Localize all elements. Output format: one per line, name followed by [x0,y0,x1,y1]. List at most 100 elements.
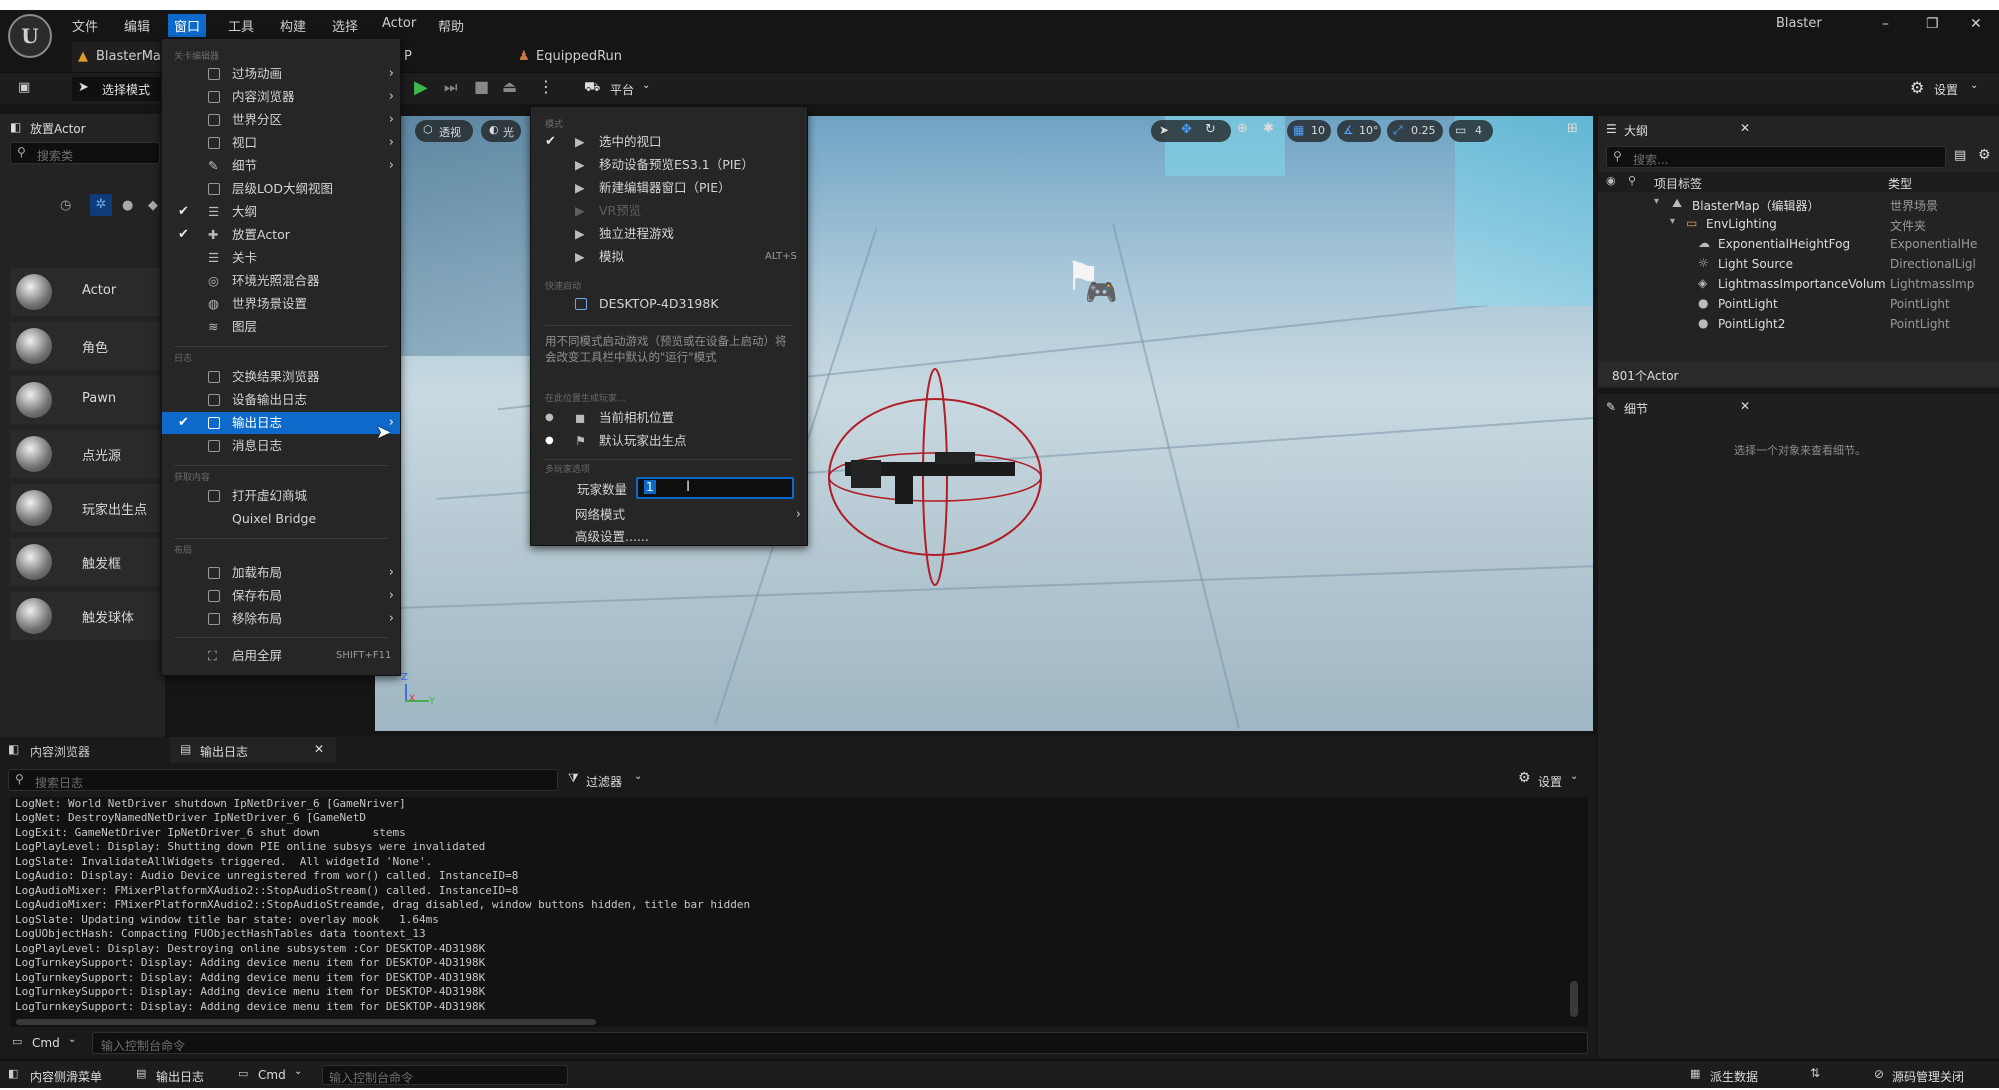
class-search-input[interactable]: ⚲ 搜索类 [10,142,160,164]
menu-item-fullscreen[interactable]: ⛶ 启用全屏 SHIFT+F11 [162,645,400,667]
tab-equippedrun[interactable]: ♟ EquippedRun [512,42,622,72]
menu-item-marketplace[interactable]: 打开虚幻商城 [162,485,400,507]
actor-item-actor[interactable]: Actor [10,268,160,316]
menu-item-load-layout[interactable]: 加载布局 › [162,562,400,584]
menu-item-interchange-browser[interactable]: 交换结果浏览器 [162,366,400,388]
vertical-scrollbar[interactable] [1570,981,1578,1017]
menu-build[interactable]: 构建 [274,14,312,37]
advanced-settings[interactable]: 高级设置...... [531,526,807,548]
world-local-icon[interactable]: ⊕ [1237,121,1248,136]
spawn-current-camera[interactable]: ● ◼ 当前相机位置 [531,407,807,429]
outliner-row[interactable]: ▾ ⛰ BlasterMap（编辑器） 世界场景 [1598,194,1999,214]
actor-item-trigger-sphere[interactable]: 触发球体 [10,592,160,640]
menu-window[interactable]: 窗口 [168,14,207,37]
gear-icon[interactable]: ⚙ [1978,147,1991,163]
play-icon[interactable]: ▶ [414,77,428,98]
outliner-row[interactable]: ▾ ▭ EnvLighting 文件夹 [1598,214,1999,234]
add-folder-icon[interactable]: ▤ [1954,148,1966,163]
menu-item-outliner[interactable]: ✔ ☰ 大纲 [162,201,400,223]
menu-item-save-layout[interactable]: 保存布局 › [162,585,400,607]
rotate-tool-icon[interactable]: ↻ [1205,122,1216,137]
cmd-selector[interactable]: ▭ Cmd ⌄ [8,1033,88,1053]
scale-snap-button[interactable]: ⤢ 0.25 [1387,120,1443,142]
net-mode-menu[interactable]: 网络模式 › [531,504,807,526]
status-cmd-selector[interactable]: ▭ Cmd ⌄ [238,1065,308,1085]
surface-snap-icon[interactable]: ✱ [1263,121,1274,136]
close-icon[interactable]: ✕ [1740,399,1750,413]
close-icon[interactable]: ✕ [1740,121,1750,135]
grid-snap-button[interactable]: ▦ 10 [1287,120,1331,142]
player-start-icon[interactable]: ⚑ 🎮 [1063,254,1123,314]
play-mode-standalone[interactable]: ▶ 独立进程游戏 [531,223,807,245]
status-console-input[interactable]: 输入控制台命令 [322,1065,568,1085]
save-icon[interactable]: ▣ [18,80,30,95]
shapes-icon[interactable]: ◆ [148,198,158,213]
stop-icon[interactable]: ■ [474,77,489,96]
move-tool-icon[interactable]: ✥ [1181,122,1192,137]
menu-item-remove-layout[interactable]: 移除布局 › [162,608,400,630]
chevron-down-icon[interactable]: ▾ [1670,216,1675,227]
eject-icon[interactable]: ⏏ [502,77,517,96]
play-mode-mobile-preview[interactable]: ▶ 移动设备预览ES3.1（PIE） [531,154,807,176]
content-drawer-button[interactable]: ◧ 内容侧滑菜单 [8,1065,124,1085]
unreal-logo-icon[interactable]: U [8,14,52,58]
lights-icon[interactable]: ● [122,198,133,213]
status-output-log-button[interactable]: ▤ 输出日志 [136,1065,226,1085]
menu-help[interactable]: 帮助 [432,14,470,37]
spawn-default-player-start[interactable]: ● ⚑ 默认玩家出生点 [531,430,807,452]
weapon-collision-sphere[interactable] [815,362,1055,592]
menu-item-place-actors[interactable]: ✔ ✚ 放置Actor [162,224,400,246]
play-mode-simulate[interactable]: ▶ 模拟 ALT+S [531,246,807,268]
step-icon[interactable]: ⏭ [444,78,458,96]
console-command-input[interactable]: 输入控制台命令 [92,1032,1588,1054]
basic-actors-icon[interactable]: ✲ [90,194,112,216]
menu-item-details[interactable]: ✎ 细节 › [162,155,400,177]
menu-edit[interactable]: 编辑 [118,14,156,37]
actor-item-player-start[interactable]: 玩家出生点 [10,484,160,532]
close-window-icon[interactable]: ✕ [1970,16,1982,32]
play-mode-new-window[interactable]: ▶ 新建编辑器窗口（PIE） [531,177,807,199]
quick-launch-device[interactable]: DESKTOP-4D3198K [531,293,807,315]
actor-item-point-light[interactable]: 点光源 [10,430,160,478]
log-settings-button[interactable]: ⚙ 设置 ⌄ [1518,770,1588,790]
select-mode-button[interactable]: ➤ 选择模式 [72,77,164,101]
sync-icon[interactable]: ⇅ [1810,1066,1820,1080]
outliner-row[interactable]: ☼ Light Source DirectionalLigl [1598,254,1999,274]
outliner-row[interactable]: ● PointLight PointLight [1598,294,1999,314]
outliner-search-input[interactable]: ⚲ 搜索... [1606,146,1946,168]
actor-item-pawn[interactable]: Pawn [10,376,160,424]
outliner-row[interactable]: ◈ LightmassImportanceVolum LightmassImp [1598,274,1999,294]
layout-icon[interactable]: ⊞ [1567,121,1578,136]
menu-item-content-browser[interactable]: 内容浏览器 › [162,86,400,108]
camera-speed-button[interactable]: ▭ 4 [1449,120,1493,142]
menu-item-hlod-outliner[interactable]: 层级LOD大纲视图 [162,178,400,200]
menu-item-levels[interactable]: ☰ 关卡 [162,247,400,269]
menu-item-layers[interactable]: ≋ 图层 [162,316,400,338]
menu-actor[interactable]: Actor [376,14,422,33]
filter-button[interactable]: ⧩ 过滤器 ⌄ [568,770,648,790]
minimize-icon[interactable]: – [1882,16,1889,32]
menu-item-world-settings[interactable]: ◍ 世界场景设置 [162,293,400,315]
rotation-snap-button[interactable]: ∡ 10° [1337,120,1381,142]
play-options-icon[interactable]: ⋮ [538,77,554,96]
select-tool-icon[interactable]: ➤ [1159,123,1169,137]
menu-item-env-light-mixer[interactable]: ◎ 环境光照混合器 [162,270,400,292]
play-mode-selected-viewport[interactable]: ✔ ▶ 选中的视口 [531,131,807,153]
tab-content-browser[interactable]: ◧ 内容浏览器 [0,737,170,763]
chevron-down-icon[interactable]: ▾ [1654,196,1659,207]
horizontal-scrollbar[interactable] [16,1019,596,1025]
outliner-row[interactable]: ☁ ExponentialHeightFog ExponentialHe [1598,234,1999,254]
menu-item-output-log[interactable]: ✔ 输出日志 › [162,412,400,434]
source-control-button[interactable]: ⊘ 源码管理关闭 [1874,1065,1994,1085]
eye-icon[interactable]: ◉ [1606,174,1616,187]
menu-item-quixel-bridge[interactable]: Quixel Bridge [162,508,400,530]
derived-data-button[interactable]: ▦ 派生数据 [1690,1065,1786,1085]
menu-item-world-partition[interactable]: 世界分区 › [162,109,400,131]
settings-button[interactable]: ⚙ 设置 ⌄ [1910,77,1994,101]
menu-item-message-log[interactable]: 消息日志 [162,435,400,457]
lit-mode-button[interactable]: ◐ 光 [481,120,521,142]
restore-icon[interactable]: ❐ [1926,16,1939,32]
menu-select[interactable]: 选择 [326,14,364,37]
log-output[interactable]: LogNet: World NetDriver shutdown IpNetDr… [10,797,1588,1027]
menu-tools[interactable]: 工具 [222,14,260,37]
